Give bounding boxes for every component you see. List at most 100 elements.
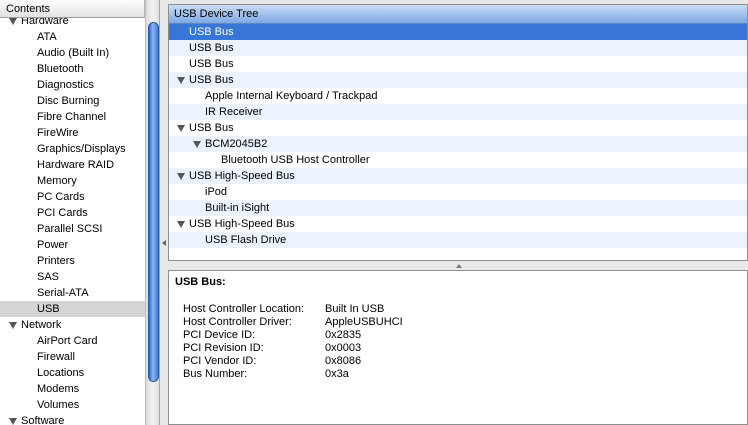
sidebar-category[interactable]: Software: [0, 413, 145, 425]
sidebar-item[interactable]: Firewall: [0, 349, 145, 365]
sidebar-item[interactable]: Fibre Channel: [0, 109, 145, 125]
sidebar-item-label: Firewall: [37, 351, 75, 363]
tree-row[interactable]: BCM2045B2: [169, 136, 747, 152]
sidebar-item[interactable]: Power: [0, 237, 145, 253]
detail-field-value: AppleUSBUHCI: [325, 316, 403, 328]
tree-row[interactable]: USB Bus: [169, 120, 747, 136]
sidebar-item-label: Fibre Channel: [37, 111, 107, 123]
sidebar-item[interactable]: USB: [0, 301, 145, 317]
sidebar-item-label: Memory: [37, 175, 77, 187]
tree-row[interactable]: USB High-Speed Bus: [169, 168, 747, 184]
detail-field-key: Bus Number:: [183, 368, 248, 380]
tree-row[interactable]: USB Bus: [169, 24, 747, 40]
tree-row[interactable]: IR Receiver: [169, 104, 747, 120]
detail-field-value: 0x8086: [325, 355, 362, 367]
detail-field-key: Host Controller Driver:: [183, 316, 292, 328]
tree-row[interactable]: USB Bus: [169, 72, 747, 88]
tree-row-label: USB High-Speed Bus: [189, 170, 295, 182]
tree-row-label: Bluetooth USB Host Controller: [221, 154, 370, 166]
sidebar-item[interactable]: Hardware RAID: [0, 157, 145, 173]
sidebar-item-label: Hardware RAID: [37, 159, 115, 171]
tree-row-label: USB High-Speed Bus: [189, 218, 295, 230]
sidebar-item-label: USB: [37, 303, 60, 315]
split-handle-icon[interactable]: [456, 264, 462, 269]
sidebar-item[interactable]: PCI Cards: [0, 205, 145, 221]
sidebar-item[interactable]: AirPort Card: [0, 333, 145, 349]
tree-row-label: IR Receiver: [205, 106, 263, 118]
tree-header[interactable]: USB Device Tree: [169, 5, 747, 24]
detail-field-key: PCI Vendor ID:: [183, 355, 257, 367]
sidebar-item[interactable]: Serial-ATA: [0, 285, 145, 301]
sidebar-item-label: AirPort Card: [37, 335, 98, 347]
sidebar-item[interactable]: Parallel SCSI: [0, 221, 145, 237]
sidebar-item-label: Network: [21, 319, 62, 331]
sidebar-item-label: Software: [21, 415, 65, 425]
disclosure-triangle-icon[interactable]: [177, 77, 185, 84]
detail-field-value: Built In USB: [325, 303, 385, 315]
sidebar-item[interactable]: Graphics/Displays: [0, 141, 145, 157]
sidebar-item-label: Volumes: [37, 399, 80, 411]
tree-row-label: USB Bus: [189, 74, 234, 86]
detail-field-key: Host Controller Location:: [183, 303, 305, 315]
sidebar-item-label: ATA: [37, 31, 57, 43]
sidebar-item[interactable]: Diagnostics: [0, 77, 145, 93]
sidebar-item[interactable]: Modems: [0, 381, 145, 397]
sidebar-list: Hardware ATA Audio (Built In) Bluetooth Diag…: [0, 13, 145, 425]
disclosure-triangle-icon[interactable]: [177, 173, 185, 180]
sidebar-item[interactable]: Disc Burning: [0, 93, 145, 109]
disclosure-triangle-icon[interactable]: [9, 418, 17, 425]
tree-row-label: USB Bus: [189, 26, 234, 38]
detail-title: USB Bus:: [175, 276, 226, 288]
detail-field-value: 0x3a: [325, 368, 349, 380]
tree-row-label: Apple Internal Keyboard / Trackpad: [205, 90, 378, 102]
sidebar-scroll-thumb[interactable]: [148, 22, 159, 382]
detail-field-value: 0x0003: [325, 342, 362, 354]
tree-row-label: USB Flash Drive: [205, 234, 287, 246]
sidebar-category[interactable]: Network: [0, 317, 145, 333]
tree-row[interactable]: USB Bus: [169, 56, 747, 72]
sidebar-item-label: Diagnostics: [37, 79, 94, 91]
sidebar-item-label: Power: [37, 239, 69, 251]
sidebar-item-label: Serial-ATA: [37, 287, 89, 299]
tree-row[interactable]: USB Bus: [169, 40, 747, 56]
disclosure-triangle-icon[interactable]: [177, 125, 185, 132]
sidebar-item-label: Audio (Built In): [37, 47, 110, 59]
sidebar-item[interactable]: SAS: [0, 269, 145, 285]
disclosure-triangle-icon[interactable]: [177, 221, 185, 228]
sidebar-item[interactable]: Printers: [0, 253, 145, 269]
tree-row[interactable]: USB Flash Drive: [169, 232, 747, 248]
sidebar-item[interactable]: Volumes: [0, 397, 145, 413]
tree-row[interactable]: Apple Internal Keyboard / Trackpad: [169, 88, 747, 104]
sidebar-scrollbar[interactable]: [145, 0, 159, 425]
sidebar-item-label: PC Cards: [37, 191, 85, 203]
sidebar-item-label: Bluetooth: [37, 63, 84, 75]
detail-field-value: 0x2835: [325, 329, 362, 341]
tree-row[interactable]: Bluetooth USB Host Controller: [169, 152, 747, 168]
sidebar-item-label: Modems: [37, 383, 80, 395]
sidebar-item[interactable]: ATA: [0, 29, 145, 45]
tree-row[interactable]: USB High-Speed Bus: [169, 216, 747, 232]
sidebar-item-label: SAS: [37, 271, 60, 283]
tree-row-label: iPod: [205, 186, 228, 198]
sidebar-item[interactable]: Bluetooth: [0, 61, 145, 77]
sidebar-item-label: FireWire: [37, 127, 79, 139]
tree-row[interactable]: Built-in iSight: [169, 200, 747, 216]
tree-row[interactable]: iPod: [169, 184, 747, 200]
sidebar-item[interactable]: FireWire: [0, 125, 145, 141]
sidebar: Contents Hardware ATA Audio (Built In) Blue…: [0, 0, 160, 425]
sidebar-item[interactable]: Audio (Built In): [0, 45, 145, 61]
detail-field-key: PCI Revision ID:: [183, 342, 264, 354]
disclosure-triangle-icon[interactable]: [9, 18, 17, 25]
sidebar-item[interactable]: Memory: [0, 173, 145, 189]
tree-rows: USB Bus USB Bus USB Bus USB Bus Apple Intern…: [169, 24, 747, 248]
sidebar-item[interactable]: Locations: [0, 365, 145, 381]
sidebar-header[interactable]: Contents: [0, 0, 145, 18]
disclosure-triangle-icon[interactable]: [9, 322, 17, 329]
disclosure-triangle-icon[interactable]: [193, 141, 201, 148]
sidebar-item[interactable]: PC Cards: [0, 189, 145, 205]
tree-row-label: USB Bus: [189, 42, 234, 54]
tree-row-label: Built-in iSight: [205, 202, 270, 214]
sidebar-item-label: Disc Burning: [37, 95, 100, 107]
sidebar-item-label: Parallel SCSI: [37, 223, 103, 235]
split-left-arrow-icon[interactable]: [162, 240, 166, 246]
